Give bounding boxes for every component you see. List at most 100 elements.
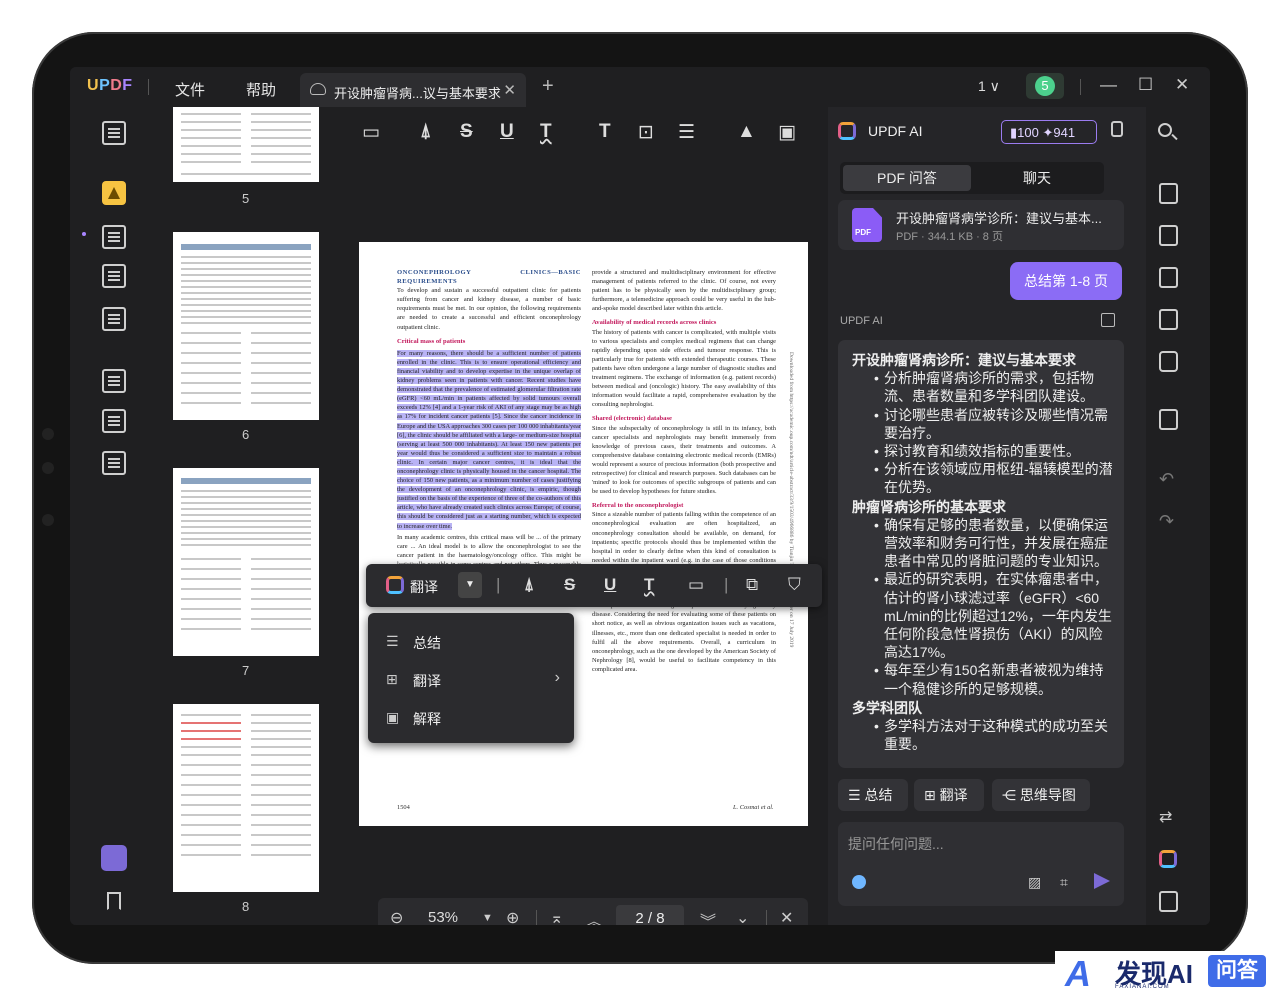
pencil-icon[interactable]: ▲ bbox=[737, 121, 756, 143]
squiggly-icon[interactable]: T bbox=[644, 575, 654, 595]
avatar[interactable]: 5 bbox=[1026, 73, 1064, 99]
file-card[interactable]: PDF 开设肿瘤肾病学诊所：建议与基本... PDF · 344.1 KB · … bbox=[838, 200, 1124, 250]
prompt-bulb-icon[interactable] bbox=[852, 875, 866, 889]
share-icon[interactable] bbox=[1159, 309, 1178, 330]
chevron-right-icon: › bbox=[554, 669, 560, 686]
form-icon[interactable] bbox=[102, 264, 126, 288]
maximize-icon[interactable]: ☐ bbox=[1138, 75, 1153, 95]
copy-icon[interactable]: ⧉ bbox=[746, 575, 758, 595]
undo-icon[interactable]: ↶ bbox=[1159, 469, 1174, 490]
save-icon[interactable] bbox=[1159, 409, 1178, 430]
text-field-icon[interactable]: ⊡ bbox=[638, 121, 654, 144]
mindmap-chip[interactable]: ⋲ 思维导图 bbox=[992, 779, 1090, 811]
chevron-down-icon[interactable]: ▼ bbox=[458, 572, 482, 598]
reader-icon[interactable] bbox=[102, 121, 126, 145]
thumbnail-page-6[interactable] bbox=[173, 232, 319, 420]
highlighted-selection[interactable]: For many reasons, there should be a suff… bbox=[397, 349, 581, 530]
external-link-icon[interactable] bbox=[1101, 313, 1115, 327]
send-icon[interactable] bbox=[1094, 873, 1110, 889]
menu-summarize[interactable]: ☰ 总结 bbox=[368, 623, 574, 661]
menu-explain[interactable]: ▣ 解释 bbox=[368, 699, 574, 737]
close-tab-icon[interactable]: ✕ bbox=[503, 81, 516, 99]
list-item: 分析在该领域应用枢纽-辐辏模型的潜在优势。 bbox=[874, 460, 1114, 496]
right-top-paragraph: provide a structured and multidisciplina… bbox=[592, 269, 776, 313]
cloud-icon bbox=[310, 83, 326, 95]
pdf-badge: PDF bbox=[855, 228, 871, 237]
translate-label[interactable]: 翻译 bbox=[410, 577, 438, 597]
image-upload-icon[interactable]: ▨ bbox=[1028, 874, 1041, 891]
tab-chat[interactable]: 聊天 bbox=[973, 165, 1101, 191]
chip-label: 思维导图 bbox=[1019, 787, 1076, 803]
bookmark-icon[interactable] bbox=[107, 892, 121, 910]
edit-pdf-icon[interactable] bbox=[102, 225, 126, 249]
last-page-icon[interactable]: ⌄ bbox=[736, 908, 749, 925]
zoom-level[interactable]: 53% bbox=[428, 909, 458, 925]
translate-chip[interactable]: ⊞ 翻译 bbox=[914, 779, 984, 811]
bookmark-add-icon[interactable]: ⛉ bbox=[788, 575, 801, 595]
sign-icon[interactable] bbox=[102, 307, 126, 331]
lock-icon[interactable] bbox=[1111, 121, 1123, 137]
list-item: 最近的研究表明，在实体瘤患者中，估计的肾小球滤过率（eGFR）<60 mL/mi… bbox=[874, 570, 1114, 661]
credits-badge[interactable]: ▮100 ✦941 bbox=[1001, 120, 1097, 144]
ocr-icon[interactable] bbox=[1159, 183, 1178, 204]
crop-icon[interactable] bbox=[102, 409, 126, 433]
organize-pages-icon[interactable] bbox=[102, 369, 126, 393]
page-input[interactable]: 2 / 8 bbox=[616, 905, 684, 925]
camera-dot bbox=[42, 462, 54, 474]
first-page-icon[interactable]: ⌅ bbox=[550, 908, 563, 925]
tab-pdf-qa[interactable]: PDF 问答 bbox=[843, 165, 971, 191]
strikethrough-icon[interactable]: S bbox=[564, 575, 575, 595]
convert-icon[interactable] bbox=[1159, 225, 1178, 246]
translate-page-icon[interactable]: ⇄ bbox=[1159, 807, 1178, 828]
menu-translate[interactable]: ⊞ 翻译 › bbox=[368, 661, 574, 699]
search-icon[interactable] bbox=[1158, 123, 1172, 137]
layers-icon[interactable] bbox=[101, 845, 127, 871]
email-icon[interactable] bbox=[1159, 351, 1178, 372]
redo-icon[interactable]: ↷ bbox=[1159, 511, 1174, 532]
highlight-icon[interactable]: ⍋ bbox=[420, 121, 431, 143]
thumbnail-page-5[interactable] bbox=[173, 107, 319, 182]
ask-input[interactable]: 提问任何问题... ▨ ⌗ bbox=[838, 822, 1124, 906]
zoom-in-icon[interactable]: ⊕ bbox=[506, 908, 519, 925]
document-tab[interactable]: 开设肿瘤肾病...议与基本要求 ✕ bbox=[300, 73, 526, 107]
text-box-icon[interactable]: T bbox=[599, 121, 611, 143]
protect-icon[interactable] bbox=[1159, 267, 1178, 288]
intro-paragraph: To develop and sustain a successful outp… bbox=[397, 287, 581, 331]
screenshot-icon[interactable]: ⌗ bbox=[1060, 874, 1068, 891]
list-item: 分析肿瘤肾病诊所的需求，包括物流、患者数量和多学科团队建设。 bbox=[874, 369, 1114, 405]
updf-ai-toggle-icon[interactable] bbox=[1159, 850, 1177, 868]
close-nav-icon[interactable]: ✕ bbox=[780, 908, 793, 925]
highlight-icon[interactable]: ⍋ bbox=[524, 575, 534, 595]
summarize-chip[interactable]: ☰ 总结 bbox=[838, 779, 908, 811]
next-page-icon[interactable]: ︾ bbox=[700, 908, 716, 925]
squiggly-icon[interactable]: T bbox=[540, 121, 552, 143]
comment-icon[interactable]: ▭ bbox=[362, 121, 380, 144]
minimize-icon[interactable]: — bbox=[1100, 75, 1117, 95]
thumbnail-page-8[interactable] bbox=[173, 704, 319, 892]
input-placeholder: 提问任何问题... bbox=[848, 836, 944, 852]
compress-icon[interactable] bbox=[102, 451, 126, 475]
comment-tool-icon[interactable] bbox=[102, 181, 126, 205]
close-window-icon[interactable]: ✕ bbox=[1175, 75, 1189, 95]
underline-icon[interactable]: U bbox=[604, 575, 616, 595]
thumbnail-page-7[interactable] bbox=[173, 468, 319, 656]
thumbnail-panel: 5 6 7 8 bbox=[162, 107, 352, 925]
strikethrough-icon[interactable]: S bbox=[460, 121, 473, 143]
text-callout-icon[interactable]: ☰ bbox=[678, 121, 695, 144]
chip-label: 总结 bbox=[864, 787, 893, 803]
watermark-qa: 问答 bbox=[1208, 955, 1266, 987]
camera-dot bbox=[42, 514, 54, 526]
comments-list-icon[interactable] bbox=[1159, 891, 1178, 912]
eraser-icon[interactable]: ▣ bbox=[778, 121, 796, 144]
menu-file[interactable]: 文件 bbox=[175, 79, 205, 100]
zoom-dropdown-icon[interactable]: ▼ bbox=[482, 912, 493, 924]
watermark-logo-icon: A bbox=[1065, 953, 1091, 994]
zoom-out-icon[interactable]: ⊖ bbox=[390, 908, 403, 925]
menu-help[interactable]: 帮助 bbox=[246, 79, 276, 100]
underline-icon[interactable]: U bbox=[500, 121, 514, 143]
previous-page-icon[interactable]: ︽ bbox=[586, 908, 602, 925]
updf-ai-icon[interactable] bbox=[386, 576, 404, 594]
add-tab-button[interactable]: + bbox=[542, 75, 554, 98]
comment-icon[interactable]: ▭ bbox=[688, 575, 704, 595]
window-selector[interactable]: 1 ∨ bbox=[978, 78, 1000, 95]
